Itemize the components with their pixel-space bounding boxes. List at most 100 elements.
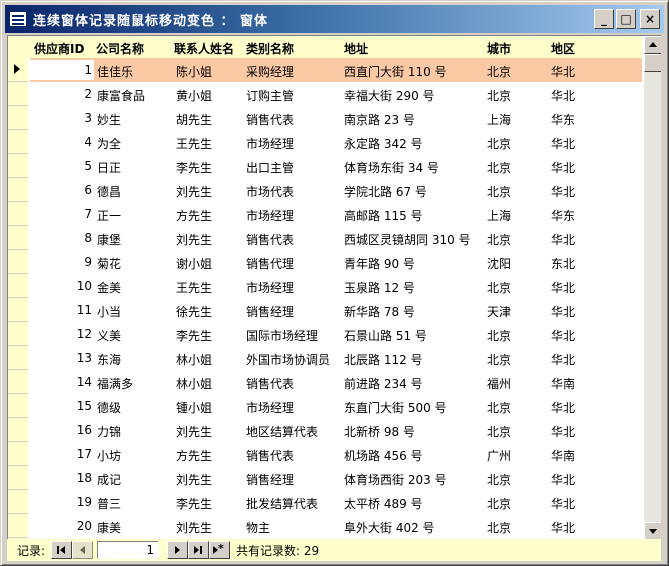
cell-contact-name[interactable]: 刘先生: [176, 471, 212, 488]
cell-contact-name[interactable]: 李先生: [176, 159, 212, 176]
table-row[interactable]: 14 福满多 林小姐 销售代表 前进路 234 号 福州 华南: [8, 370, 642, 394]
cell-region[interactable]: 华北: [551, 303, 575, 320]
record-selector[interactable]: [8, 130, 28, 154]
cell-company-name[interactable]: 小当: [97, 303, 121, 320]
cell-address[interactable]: 北辰路 112 号: [344, 351, 423, 368]
record-selector[interactable]: [8, 274, 28, 298]
cell-address[interactable]: 西直门大街 110 号: [344, 63, 447, 80]
cell-address[interactable]: 东直门大街 500 号: [344, 399, 447, 416]
cell-city[interactable]: 北京: [487, 399, 511, 416]
cell-region[interactable]: 华北: [551, 63, 575, 80]
cell-contact-name[interactable]: 刘先生: [176, 519, 212, 536]
cell-contact-name[interactable]: 方先生: [176, 207, 212, 224]
record-selector[interactable]: [8, 514, 28, 538]
cell-contact-name[interactable]: 锺小姐: [176, 399, 212, 416]
cell-region[interactable]: 华北: [551, 423, 575, 440]
cell-contact-name[interactable]: 王先生: [176, 135, 212, 152]
cell-supplier-id[interactable]: 10: [30, 279, 92, 293]
current-record-field[interactable]: 1: [97, 541, 160, 559]
record-selector[interactable]: [8, 370, 28, 394]
record-selector[interactable]: [8, 226, 28, 250]
cell-company-name[interactable]: 义美: [97, 327, 121, 344]
cell-region[interactable]: 华北: [551, 231, 575, 248]
first-record-button[interactable]: [51, 541, 73, 559]
cell-supplier-id[interactable]: 20: [30, 519, 92, 533]
cell-address[interactable]: 高邮路 115 号: [344, 207, 423, 224]
next-record-button[interactable]: [167, 541, 189, 559]
cell-city[interactable]: 北京: [487, 327, 511, 344]
cell-company-name[interactable]: 德昌: [97, 183, 121, 200]
cell-company-name[interactable]: 佳佳乐: [97, 63, 133, 80]
table-row[interactable]: 8 康堡 刘先生 销售代表 西城区灵镜胡同 310 号北京 华北: [8, 226, 642, 250]
cell-supplier-id[interactable]: 1: [30, 63, 92, 77]
close-button[interactable]: ×: [640, 9, 660, 29]
cell-contact-title[interactable]: 市场经理: [246, 135, 294, 152]
cell-city[interactable]: 广州: [487, 447, 511, 464]
cell-supplier-id[interactable]: 6: [30, 183, 92, 197]
cell-contact-name[interactable]: 李先生: [176, 327, 212, 344]
cell-region[interactable]: 华北: [551, 471, 575, 488]
cell-contact-name[interactable]: 刘先生: [176, 183, 212, 200]
cell-contact-title[interactable]: 物主: [246, 519, 270, 536]
cell-company-name[interactable]: 日正: [97, 159, 121, 176]
cell-contact-title[interactable]: 订购主管: [246, 87, 294, 104]
cell-supplier-id[interactable]: 4: [30, 135, 92, 149]
cell-region[interactable]: 华北: [551, 183, 575, 200]
scroll-down-button[interactable]: [644, 522, 661, 539]
cell-supplier-id[interactable]: 15: [30, 399, 92, 413]
record-selector[interactable]: [8, 418, 28, 442]
cell-address[interactable]: 体育场西街 203 号: [344, 471, 447, 488]
record-selector[interactable]: [8, 346, 28, 370]
title-bar[interactable]: 连续窗体记录随鼠标移动变色 ： 窗体 _ □ ×: [5, 5, 664, 33]
cell-city[interactable]: 上海: [487, 207, 511, 224]
cell-supplier-id[interactable]: 11: [30, 303, 92, 317]
cell-contact-name[interactable]: 林小姐: [176, 351, 212, 368]
table-row[interactable]: 4 为全 王先生 市场经理 永定路 342 号 北京 华北: [8, 130, 642, 154]
cell-address[interactable]: 北新桥 98 号: [344, 423, 415, 440]
cell-city[interactable]: 北京: [487, 87, 511, 104]
cell-contact-title[interactable]: 市场经理: [246, 399, 294, 416]
cell-contact-title[interactable]: 销售经理: [246, 471, 294, 488]
table-row[interactable]: 16 力锦 刘先生 地区结算代表 北新桥 98 号 北京 华北: [8, 418, 642, 442]
cell-region[interactable]: 华北: [551, 519, 575, 536]
cell-city[interactable]: 福州: [487, 375, 511, 392]
cell-address[interactable]: 青年路 90 号: [344, 255, 415, 272]
cell-supplier-id[interactable]: 7: [30, 207, 92, 221]
table-row[interactable]: 18 成记 刘先生 销售经理 体育场西街 203 号 北京 华北: [8, 466, 642, 490]
cell-company-name[interactable]: 力锦: [97, 423, 121, 440]
cell-contact-name[interactable]: 刘先生: [176, 231, 212, 248]
cell-region[interactable]: 华北: [551, 279, 575, 296]
cell-address[interactable]: 西城区灵镜胡同 310 号: [344, 231, 471, 248]
record-selector[interactable]: [8, 490, 28, 514]
record-selector[interactable]: [8, 178, 28, 202]
cell-supplier-id[interactable]: 12: [30, 327, 92, 341]
record-selector[interactable]: [8, 394, 28, 418]
cell-contact-name[interactable]: 黄小姐: [176, 87, 212, 104]
cell-region[interactable]: 华北: [551, 351, 575, 368]
cell-contact-title[interactable]: 销售代表: [246, 111, 294, 128]
cell-contact-name[interactable]: 谢小姐: [176, 255, 212, 272]
record-selector[interactable]: [8, 154, 28, 178]
record-selector[interactable]: [8, 250, 28, 274]
cell-contact-name[interactable]: 林小姐: [176, 375, 212, 392]
cell-contact-name[interactable]: 李先生: [176, 495, 212, 512]
cell-supplier-id[interactable]: 9: [30, 255, 92, 269]
cell-region[interactable]: 东北: [551, 255, 575, 272]
cell-company-name[interactable]: 为全: [97, 135, 121, 152]
cell-region[interactable]: 华南: [551, 447, 575, 464]
cell-contact-title[interactable]: 市场代表: [246, 183, 294, 200]
cell-contact-title[interactable]: 地区结算代表: [246, 423, 318, 440]
record-selector[interactable]: [8, 82, 28, 106]
cell-address[interactable]: 玉泉路 12 号: [344, 279, 415, 296]
cell-company-name[interactable]: 妙生: [97, 111, 121, 128]
table-row[interactable]: 7 正一 方先生 市场经理 高邮路 115 号 上海 华东: [8, 202, 642, 226]
record-selector[interactable]: [8, 202, 28, 226]
cell-company-name[interactable]: 正一: [97, 207, 121, 224]
cell-contact-title[interactable]: 销售代表: [246, 447, 294, 464]
cell-contact-title[interactable]: 采购经理: [246, 63, 294, 80]
cell-city[interactable]: 北京: [487, 495, 511, 512]
cell-address[interactable]: 永定路 342 号: [344, 135, 423, 152]
cell-city[interactable]: 天津: [487, 303, 511, 320]
cell-company-name[interactable]: 菊花: [97, 255, 121, 272]
table-row[interactable]: 5 日正 李先生 出口主管 体育场东街 34 号 北京 华北: [8, 154, 642, 178]
